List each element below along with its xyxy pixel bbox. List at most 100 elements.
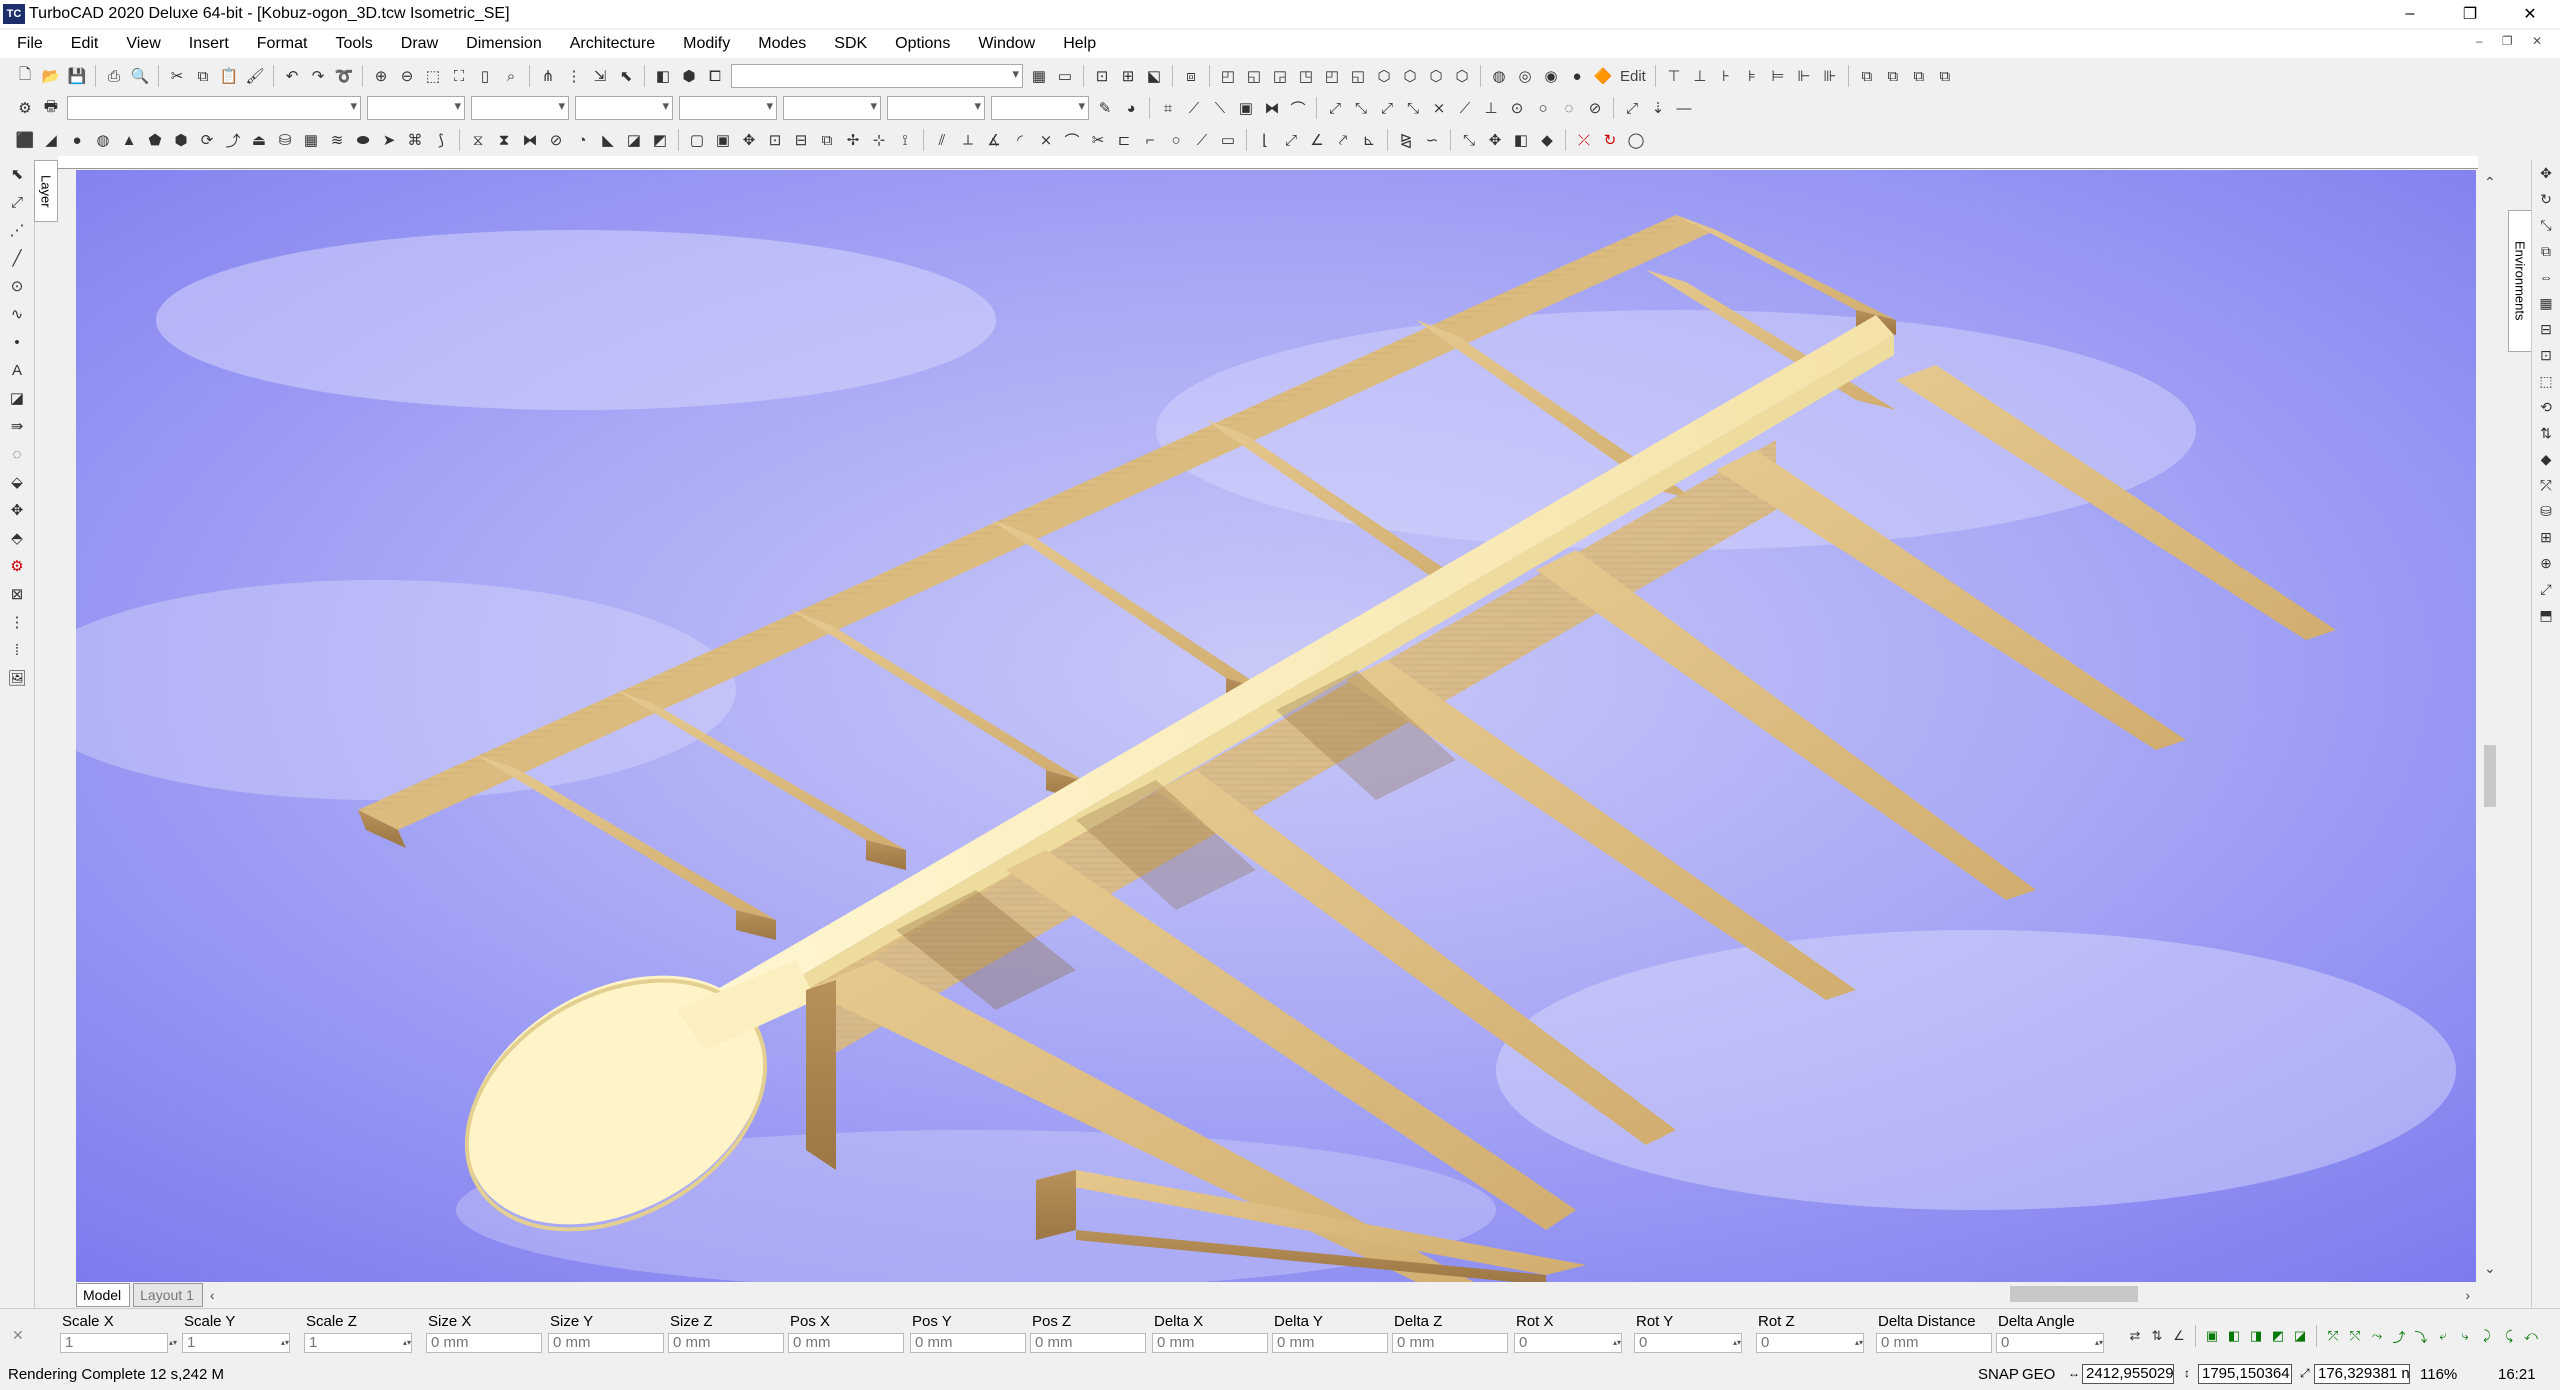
rot-z-input[interactable]: 0: [1756, 1333, 1864, 1353]
block-icon[interactable]: ⬕: [1143, 65, 1165, 87]
material-select[interactable]: [991, 96, 1089, 120]
delta-z-input[interactable]: 0 mm: [1392, 1333, 1508, 1353]
edit-tool-icon[interactable]: ⤢: [6, 191, 28, 213]
snap-dash-icon[interactable]: ―: [1673, 97, 1695, 119]
redo-icon[interactable]: ↷: [307, 65, 329, 87]
menu-format[interactable]: Format: [240, 35, 319, 53]
menu-dimension[interactable]: Dimension: [449, 35, 553, 53]
snap-relative-icon[interactable]: ⤢: [1621, 97, 1643, 119]
menu-sdk[interactable]: SDK: [817, 35, 878, 53]
pick-color-icon[interactable]: ✎: [1094, 97, 1116, 119]
snap-indicator[interactable]: SNAP: [1978, 1366, 2019, 1383]
arrange-front-icon[interactable]: ⧉: [1856, 65, 1878, 87]
cube-icon[interactable]: ⬢: [678, 65, 700, 87]
face-copy-icon[interactable]: ⧉: [816, 129, 838, 151]
align-center-icon[interactable]: ⊦: [1715, 65, 1737, 87]
align-left-icon[interactable]: ⊧: [1741, 65, 1763, 87]
snap-perpendicular-icon[interactable]: ⊥: [1480, 97, 1502, 119]
line-parallel-icon[interactable]: ⫽: [931, 129, 953, 151]
workplane-3-icon[interactable]: ⤳: [2367, 1325, 2387, 1347]
document-window-controls[interactable]: – ❐ ✕: [2476, 34, 2550, 48]
new-file-icon[interactable]: 🗋: [14, 65, 36, 87]
snap-tangent-icon[interactable]: ⟋: [1454, 97, 1476, 119]
arrange-back-icon[interactable]: ⧉: [1882, 65, 1904, 87]
zoom-level[interactable]: 116%: [2420, 1366, 2457, 1383]
dimension-radius-icon[interactable]: ⤤: [1332, 129, 1354, 151]
menu-draw[interactable]: Draw: [384, 35, 449, 53]
arc-icon[interactable]: ◜: [1009, 129, 1031, 151]
menu-view[interactable]: View: [109, 35, 171, 53]
printer-settings-icon[interactable]: 🖶: [40, 97, 62, 119]
spinner-icon[interactable]: ▴▾: [1854, 1333, 1864, 1353]
pen-scale-select[interactable]: [575, 96, 673, 120]
workplane-icon[interactable]: ⧠: [704, 65, 726, 87]
cylinder-icon[interactable]: ⛁: [274, 129, 296, 151]
grid-tool-icon[interactable]: ⊞: [2535, 526, 2557, 548]
render-hidden-icon[interactable]: ◎: [1514, 65, 1536, 87]
copy-move-icon[interactable]: ⧉: [2535, 240, 2557, 262]
dimension-ordinate-icon[interactable]: ⊾: [1358, 129, 1380, 151]
layer-select[interactable]: [731, 64, 1023, 88]
delta-x-input[interactable]: 0 mm: [1152, 1333, 1268, 1353]
workplane-8-icon[interactable]: ⤸: [2477, 1325, 2497, 1347]
mirror-icon[interactable]: ⧎: [1395, 129, 1417, 151]
tangent-line-icon[interactable]: ⟋: [1191, 129, 1213, 151]
properties-gear-icon[interactable]: ⚙: [14, 97, 36, 119]
scroll-right-arrow-icon[interactable]: ›: [2465, 1287, 2470, 1303]
format-painter-icon[interactable]: 🖌: [244, 65, 266, 87]
arrange-backward-icon[interactable]: ⧉: [1934, 65, 1956, 87]
minimize-button[interactable]: –: [2380, 0, 2440, 28]
target-icon[interactable]: ⊕: [2535, 552, 2557, 574]
workplane-7-icon[interactable]: ⤷: [2455, 1325, 2475, 1347]
menu-insert[interactable]: Insert: [172, 35, 240, 53]
rotate-red-icon[interactable]: ↻: [1599, 129, 1621, 151]
blend-icon[interactable]: ◔: [571, 129, 593, 151]
ruler-grey-icon[interactable]: ⁞: [6, 639, 28, 661]
transform-icon[interactable]: ⤱: [2535, 474, 2557, 496]
delta-distance-input[interactable]: 0 mm: [1876, 1333, 1992, 1353]
view-iso-nw-icon[interactable]: ⬡: [1451, 65, 1473, 87]
layer-icon[interactable]: ◧: [652, 65, 674, 87]
spring-icon[interactable]: ⟆: [430, 129, 452, 151]
layout-tab[interactable]: Layout 1: [133, 1283, 203, 1307]
thread-icon[interactable]: ≋: [326, 129, 348, 151]
snap-vertex-icon[interactable]: ⤢: [1324, 97, 1346, 119]
measure-icon[interactable]: ⤡: [1458, 129, 1480, 151]
insert-tool-icon[interactable]: ⇛: [6, 415, 28, 437]
offset-edge-icon[interactable]: ⊏: [1113, 129, 1135, 151]
scroll-down-arrow-icon[interactable]: ⌄: [2484, 1260, 2496, 1277]
menu-window[interactable]: Window: [961, 35, 1046, 53]
zoom-box-icon[interactable]: ⊠: [6, 583, 28, 605]
workplane-2-icon[interactable]: ⤲: [2345, 1325, 2365, 1347]
line-angle-icon[interactable]: ∡: [983, 129, 1005, 151]
green-snap-4-icon[interactable]: ◩: [2268, 1325, 2288, 1347]
distribute-icon[interactable]: ⊥: [1689, 65, 1711, 87]
menu-tools[interactable]: Tools: [318, 35, 383, 53]
scroll-up-arrow-icon[interactable]: ⌃: [2484, 174, 2496, 191]
box-icon[interactable]: ⬛: [14, 129, 36, 151]
extend-icon[interactable]: ⟍: [1209, 97, 1231, 119]
brush-select[interactable]: [679, 96, 777, 120]
size-y-input[interactable]: 0 mm: [548, 1333, 664, 1353]
helix-icon[interactable]: ⌘: [404, 129, 426, 151]
menu-edit[interactable]: Edit: [54, 35, 110, 53]
point-tool-icon[interactable]: •: [6, 331, 28, 353]
render-quick-icon[interactable]: ◉: [1540, 65, 1562, 87]
menu-help[interactable]: Help: [1046, 35, 1107, 53]
cone-icon[interactable]: ▲: [118, 129, 140, 151]
corner-icon[interactable]: ⌐: [1139, 129, 1161, 151]
render-lightworks-icon[interactable]: 🔶: [1592, 65, 1614, 87]
align-middle-icon[interactable]: ⊪: [1819, 65, 1841, 87]
group-tool-icon[interactable]: ⬚: [2535, 370, 2557, 392]
picture-icon[interactable]: 🖼: [6, 667, 28, 689]
scale-y-input[interactable]: 1: [182, 1333, 290, 1353]
modify-tool-icon[interactable]: ⬘: [6, 527, 28, 549]
shell-icon[interactable]: ◪: [623, 129, 645, 151]
line-tool-icon[interactable]: ╱: [6, 247, 28, 269]
layer-lock-icon[interactable]: ▭: [1054, 65, 1076, 87]
size-x-input[interactable]: 0 mm: [426, 1333, 542, 1353]
spinner-icon[interactable]: ▴▾: [402, 1333, 412, 1353]
group-icon[interactable]: ⊡: [1091, 65, 1113, 87]
delete-red-icon[interactable]: ⤫: [1573, 129, 1595, 151]
workplane-5-icon[interactable]: ⤵: [2411, 1325, 2431, 1347]
